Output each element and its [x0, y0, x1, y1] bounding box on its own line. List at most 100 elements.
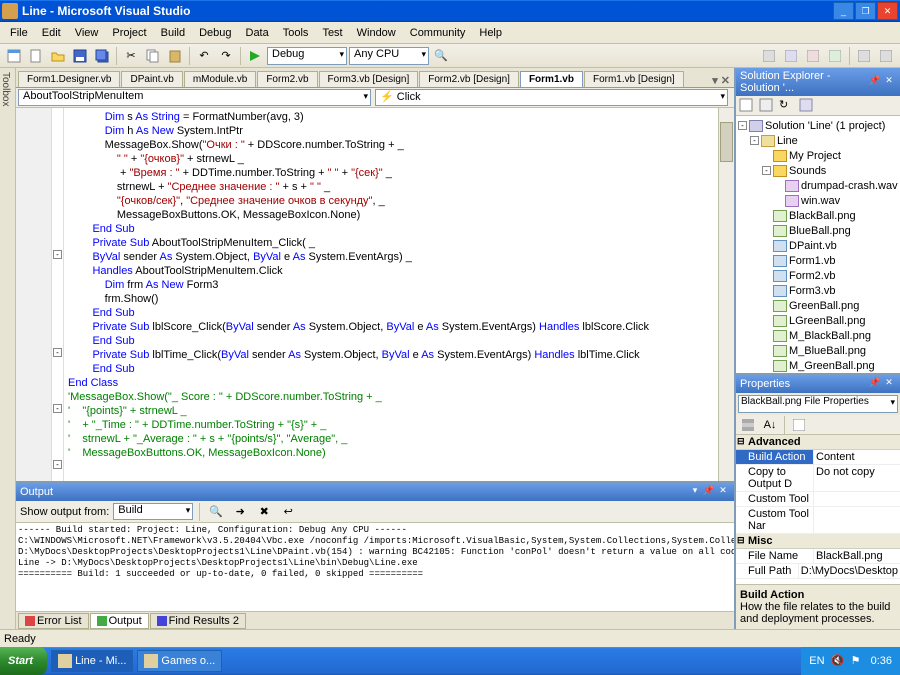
fold-toggle[interactable]: - — [53, 250, 62, 259]
prop-row[interactable]: Full PathD:\MyDocs\Desktop — [736, 564, 900, 579]
tree-node[interactable]: Form2.vb — [738, 268, 898, 283]
menu-build[interactable]: Build — [155, 25, 191, 41]
document-tab[interactable]: Form1.Designer.vb — [18, 71, 120, 87]
undo-icon[interactable]: ↶ — [194, 46, 214, 66]
tree-node[interactable]: Form1.vb — [738, 253, 898, 268]
tree-node[interactable]: BlackBall.png — [738, 208, 898, 223]
tree-node[interactable]: M_BlueBall.png — [738, 343, 898, 358]
menu-view[interactable]: View — [69, 25, 105, 41]
output-clear-icon[interactable]: ✖ — [254, 502, 274, 522]
save-all-icon[interactable] — [92, 46, 112, 66]
tree-node[interactable]: win.wav — [738, 193, 898, 208]
tree-node[interactable]: GreenBall.png — [738, 298, 898, 313]
document-tab[interactable]: Form2.vb — [257, 71, 317, 87]
scrollbar-thumb[interactable] — [720, 122, 733, 162]
document-tab[interactable]: Form1.vb — [520, 71, 583, 87]
add-item-icon[interactable] — [26, 46, 46, 66]
tree-node[interactable]: -Line — [738, 133, 898, 148]
bottom-tab-output[interactable]: Output — [90, 613, 149, 629]
menu-community[interactable]: Community — [404, 25, 472, 41]
tree-node[interactable]: BlueBall.png — [738, 223, 898, 238]
restore-button[interactable]: ❐ — [855, 2, 876, 20]
pane-pin-icon[interactable]: 📌 — [868, 377, 882, 391]
clock[interactable]: 0:36 — [871, 655, 892, 667]
bottom-tab-find-results-2[interactable]: Find Results 2 — [150, 613, 246, 629]
tree-expand-icon[interactable]: - — [750, 136, 759, 145]
copy-icon[interactable] — [143, 46, 163, 66]
tab-close-icon[interactable]: ▾ ✕ — [708, 74, 734, 87]
tray-icon-1[interactable]: 🔇 — [831, 654, 845, 668]
sol-viewcode-icon[interactable] — [798, 97, 816, 115]
prop-category[interactable]: Advanced — [736, 435, 900, 450]
close-button[interactable]: ✕ — [877, 2, 898, 20]
menu-test[interactable]: Test — [316, 25, 348, 41]
paste-icon[interactable] — [165, 46, 185, 66]
sol-properties-icon[interactable] — [738, 97, 756, 115]
config-combo[interactable]: Debug — [267, 47, 347, 65]
member-combo[interactable]: ⚡ Click — [375, 89, 728, 106]
platform-combo[interactable]: Any CPU — [349, 47, 429, 65]
vertical-scrollbar[interactable] — [718, 108, 734, 481]
toolbox-tab[interactable]: Toolbox — [0, 68, 16, 629]
tree-node[interactable]: Form3.vb — [738, 283, 898, 298]
tb-misc-5[interactable] — [854, 46, 874, 66]
output-goto-icon[interactable]: ➜ — [230, 502, 250, 522]
minimize-button[interactable]: _ — [833, 2, 854, 20]
new-project-icon[interactable] — [4, 46, 24, 66]
tree-node[interactable]: -Solution 'Line' (1 project) — [738, 118, 898, 133]
prop-row[interactable]: File NameBlackBall.png — [736, 549, 900, 564]
tb-misc-6[interactable] — [876, 46, 896, 66]
prop-row[interactable]: Custom Tool Nar — [736, 507, 900, 534]
find-icon[interactable]: 🔍 — [431, 46, 451, 66]
pane-dropdown-icon[interactable]: ▾ — [688, 485, 702, 499]
tb-misc-1[interactable] — [759, 46, 779, 66]
pane-pin-icon[interactable]: 📌 — [868, 75, 882, 89]
menu-tools[interactable]: Tools — [277, 25, 315, 41]
menu-window[interactable]: Window — [351, 25, 402, 41]
sol-showall-icon[interactable] — [758, 97, 776, 115]
menu-edit[interactable]: Edit — [36, 25, 67, 41]
tree-node[interactable]: -Sounds — [738, 163, 898, 178]
output-wrap-icon[interactable]: ↩ — [278, 502, 298, 522]
code-content[interactable]: Dim s As String = FormatNumber(avg, 3) D… — [64, 108, 718, 481]
output-text[interactable]: ------ Build started: Project: Line, Con… — [16, 523, 734, 611]
output-from-combo[interactable]: Build — [113, 503, 193, 520]
properties-grid[interactable]: AdvancedBuild ActionContentCopy to Outpu… — [736, 435, 900, 584]
start-debug-icon[interactable] — [245, 46, 265, 66]
fold-toggle[interactable]: - — [53, 348, 62, 357]
document-tab[interactable]: Form1.vb [Design] — [584, 71, 684, 87]
document-tab[interactable]: Form3.vb [Design] — [319, 71, 419, 87]
prop-category[interactable]: Misc — [736, 534, 900, 549]
save-icon[interactable] — [70, 46, 90, 66]
solution-tree[interactable]: -Solution 'Line' (1 project)-LineMy Proj… — [736, 116, 900, 373]
props-pages-icon[interactable] — [789, 415, 809, 435]
document-tab[interactable]: mModule.vb — [184, 71, 256, 87]
props-alpha-icon[interactable]: A↓ — [760, 415, 780, 435]
taskbar-item[interactable]: Games o... — [137, 650, 222, 672]
fold-toggle[interactable]: - — [53, 404, 62, 413]
pane-close-icon[interactable]: ✕ — [716, 485, 730, 499]
redo-icon[interactable]: ↷ — [216, 46, 236, 66]
taskbar-item[interactable]: Line - Mi... — [51, 650, 133, 672]
fold-toggle[interactable]: - — [53, 460, 62, 469]
system-tray[interactable]: EN 🔇 ⚑ 0:36 — [801, 647, 900, 675]
tray-icon-2[interactable]: ⚑ — [851, 654, 865, 668]
prop-row[interactable]: Custom Tool — [736, 492, 900, 507]
document-tab[interactable]: Form2.vb [Design] — [419, 71, 519, 87]
open-icon[interactable] — [48, 46, 68, 66]
tree-node[interactable]: My Project — [738, 148, 898, 163]
pane-close-icon[interactable]: ✕ — [882, 75, 896, 89]
output-find-icon[interactable]: 🔍 — [206, 502, 226, 522]
menu-debug[interactable]: Debug — [193, 25, 237, 41]
menu-file[interactable]: File — [4, 25, 34, 41]
tree-node[interactable]: drumpad-crash.wav — [738, 178, 898, 193]
class-combo[interactable]: AboutToolStripMenuItem — [18, 89, 371, 106]
start-button[interactable]: Start — [0, 647, 47, 675]
cut-icon[interactable]: ✂ — [121, 46, 141, 66]
lang-indicator[interactable]: EN — [809, 655, 824, 667]
menu-data[interactable]: Data — [240, 25, 275, 41]
tb-misc-3[interactable] — [803, 46, 823, 66]
prop-row[interactable]: Copy to Output DDo not copy — [736, 465, 900, 492]
tb-misc-2[interactable] — [781, 46, 801, 66]
tree-node[interactable]: LGreenBall.png — [738, 313, 898, 328]
